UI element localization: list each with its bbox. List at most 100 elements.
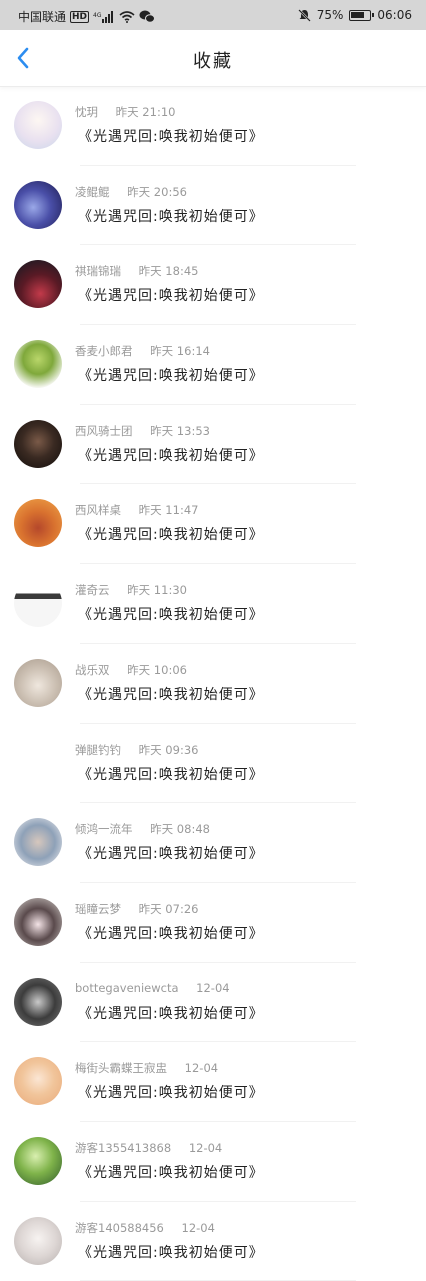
message-preview: 《光遇咒回:唤我初始便可》 (78, 607, 264, 624)
status-left: 中国联通 HD 4G (18, 8, 156, 25)
mute-bell-icon (297, 8, 311, 22)
list-item[interactable]: 倾鸿一流年 昨天 08:48 《光遇咒回:唤我初始便可》 (0, 803, 426, 883)
cell-signal-icon: 4G (93, 10, 114, 23)
item-meta: bottegaveniewcta 12-04 (75, 981, 230, 995)
list-item[interactable]: 瑶瞳云梦 昨天 07:26 《光遇咒回:唤我初始便可》 (0, 883, 426, 963)
item-meta: 西风样桌 昨天 11:47 (75, 502, 198, 518)
timestamp: 昨天 13:53 (150, 423, 210, 438)
message-preview: 《光遇咒回:唤我初始便可》 (78, 208, 264, 225)
item-meta: 凌鲲鲲 昨天 20:56 (75, 184, 187, 200)
timestamp: 昨天 08:48 (150, 822, 210, 837)
user-name: 游客140588456 (75, 1220, 164, 1235)
user-name: 弹腿钓钓 (75, 742, 121, 757)
item-meta: 游客140588456 12-04 (75, 1220, 215, 1236)
wechat-icon (139, 10, 156, 23)
message-preview: 《光遇咒回:唤我初始便可》 (78, 686, 264, 703)
message-preview: 《光遇咒回:唤我初始便可》 (78, 1085, 264, 1102)
item-meta: 瑶瞳云梦 昨天 07:26 (75, 901, 198, 917)
list-item[interactable]: 凌鲲鲲 昨天 20:56 《光遇咒回:唤我初始便可》 (0, 166, 426, 246)
list-item[interactable]: 游客1355413868 12-04 《光遇咒回:唤我初始便可》 (0, 1122, 426, 1202)
timestamp: 12-04 (181, 1220, 215, 1235)
woman-red-avatar[interactable] (14, 260, 62, 309)
orange-hair-avatar[interactable] (14, 1057, 62, 1106)
message-preview: 《光遇咒回:唤我初始便可》 (78, 368, 264, 385)
navigation-bar: 收藏 (0, 30, 426, 87)
timestamp: 昨天 18:45 (138, 264, 199, 279)
list-item[interactable]: 梅街头霸蝶王寂盅 12-04 《光遇咒回:唤我初始便可》 (0, 1042, 426, 1122)
item-meta: 战乐双 昨天 10:06 (75, 662, 187, 678)
list-item[interactable]: 西风样桌 昨天 11:47 《光遇咒回:唤我初始便可》 (0, 484, 426, 565)
user-name: 灌奇云 (75, 583, 110, 598)
list-item[interactable]: 弹腿钓钓 昨天 09:36 《光遇咒回:唤我初始便可》 (0, 724, 426, 804)
timestamp: 12-04 (188, 1140, 223, 1155)
message-preview: 《光遇咒回:唤我初始便可》 (78, 447, 264, 464)
message-preview: 《光遇咒回:唤我初始便可》 (78, 1244, 264, 1261)
user-name: 战乐双 (75, 662, 110, 677)
list-item[interactable]: 战乐双 昨天 10:06 《光遇咒回:唤我初始便可》 (0, 644, 426, 724)
battery-level (351, 11, 365, 18)
white-hair-girl-avatar[interactable] (14, 1216, 62, 1265)
timestamp: 昨天 11:30 (127, 583, 187, 598)
hd-badge: HD (70, 10, 90, 23)
user-name: 西风样桌 (75, 503, 121, 518)
page-title: 收藏 (193, 51, 233, 72)
favorites-list: 忱玥 昨天 21:10 《光遇咒回:唤我初始便可》 凌鲲鲲 昨天 20:56 《… (0, 86, 426, 1281)
message-preview: 《光遇咒回:唤我初始便可》 (78, 925, 264, 942)
anime-girl-light-avatar[interactable] (14, 101, 62, 149)
user-name: bottegaveniewcta (75, 980, 179, 995)
item-meta: 祺瑞锦瑞 昨天 18:45 (75, 263, 198, 279)
list-item[interactable]: 忱玥 昨天 21:10 《光遇咒回:唤我初始便可》 (0, 86, 426, 166)
user-name: 凌鲲鲲 (75, 184, 110, 199)
item-meta: 西风骑士团 昨天 13:53 (75, 423, 210, 439)
battery-icon (349, 9, 375, 21)
list-item[interactable]: 西风骑士团 昨天 13:53 《光遇咒回:唤我初始便可》 (0, 405, 426, 485)
whale-night-avatar[interactable] (14, 180, 62, 229)
timestamp: 12-04 (196, 980, 230, 995)
dark-figure-avatar[interactable] (14, 419, 62, 468)
user-name: 香麦小郎君 (75, 344, 133, 359)
item-meta: 忱玥 昨天 21:10 (75, 104, 175, 120)
item-meta: 游客1355413868 12-04 (75, 1140, 222, 1156)
status-bar: 中国联通 HD 4G 75% 06:06 (0, 0, 426, 30)
message-preview: 《光遇咒回:唤我初始便可》 (78, 527, 264, 544)
seashell-avatar[interactable] (14, 658, 62, 707)
blank-avatar[interactable] (14, 738, 62, 787)
cartoon-couple-avatar[interactable] (14, 499, 62, 548)
green-tree-avatar[interactable] (14, 340, 62, 389)
text-sticker-avatar[interactable] (14, 579, 62, 628)
user-name: 游客1355413868 (75, 1140, 172, 1155)
list-item[interactable]: 香麦小郎君 昨天 16:14 《光遇咒回:唤我初始便可》 (0, 325, 426, 405)
girl-dark-hair-avatar[interactable] (14, 897, 62, 946)
green-leaves-avatar[interactable] (14, 1136, 62, 1185)
item-meta: 灌奇云 昨天 11:30 (75, 582, 187, 598)
street-girl-avatar[interactable] (14, 977, 62, 1026)
list-item[interactable]: bottegaveniewcta 12-04 《光遇咒回:唤我初始便可》 (0, 963, 426, 1043)
timestamp: 昨天 16:14 (150, 344, 210, 359)
user-name: 梅街头霸蝶王寂盅 (75, 1061, 167, 1076)
battery-percent: 75% (316, 8, 344, 22)
wifi-icon (119, 10, 135, 23)
user-name: 西风骑士团 (75, 423, 133, 438)
timestamp: 昨天 07:26 (138, 901, 199, 916)
list-item[interactable]: 游客140588456 12-04 《光遇咒回:唤我初始便可》 (0, 1202, 426, 1281)
list-item[interactable]: 灌奇云 昨天 11:30 《光遇咒回:唤我初始便可》 (0, 564, 426, 644)
message-preview: 《光遇咒回:唤我初始便可》 (78, 846, 264, 863)
item-meta: 倾鸿一流年 昨天 08:48 (75, 821, 210, 837)
item-meta: 梅街头霸蝶王寂盅 12-04 (75, 1060, 218, 1076)
carrier-name: 中国联通 (18, 10, 67, 24)
message-preview: 《光遇咒回:唤我初始便可》 (78, 1164, 264, 1181)
message-preview: 《光遇咒回:唤我初始便可》 (78, 1005, 264, 1022)
status-right: 75% 06:06 (297, 8, 412, 22)
timestamp: 昨天 11:47 (138, 503, 199, 518)
list-item[interactable]: 祺瑞锦瑞 昨天 18:45 《光遇咒回:唤我初始便可》 (0, 245, 426, 326)
item-meta: 香麦小郎君 昨天 16:14 (75, 343, 210, 359)
timestamp: 昨天 20:56 (127, 184, 187, 199)
user-name: 倾鸿一流年 (75, 822, 133, 837)
message-preview: 《光遇咒回:唤我初始便可》 (78, 288, 264, 305)
clock: 06:06 (377, 8, 412, 22)
message-preview: 《光遇咒回:唤我初始便可》 (78, 766, 264, 783)
anime-boy-avatar[interactable] (14, 818, 62, 867)
message-preview: 《光遇咒回:唤我初始便可》 (78, 129, 264, 145)
user-name: 忱玥 (75, 105, 98, 119)
network-type-label: 4G (93, 12, 102, 19)
